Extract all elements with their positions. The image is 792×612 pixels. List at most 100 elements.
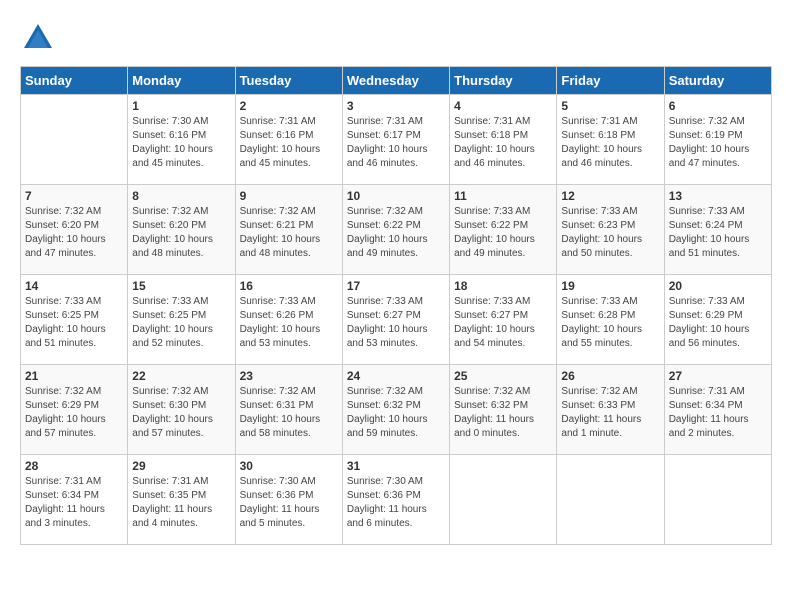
day-cell [664, 455, 771, 545]
day-cell: 8 Sunrise: 7:32 AM Sunset: 6:20 PM Daylig… [128, 185, 235, 275]
day-number: 8 [132, 189, 230, 203]
header-cell-thursday: Thursday [450, 67, 557, 95]
week-row-1: 1Sunrise: 7:30 AM Sunset: 6:16 PM Daylig… [21, 95, 772, 185]
day-info: Sunrise: 7:30 AM Sunset: 6:36 PM Dayligh… [240, 475, 338, 531]
day-info: Sunrise: 7:32 AM Sunset: 6:20 PM Dayligh… [25, 205, 123, 261]
header-cell-wednesday: Wednesday [342, 67, 449, 95]
day-info: Sunrise: 7:32 AM Sunset: 6:32 PM Dayligh… [454, 385, 552, 441]
day-info: Sunrise: 7:33 AM Sunset: 6:23 PM Dayligh… [561, 205, 659, 261]
day-number: 19 [561, 279, 659, 293]
day-number: 7 [25, 189, 123, 203]
day-number: 10 [347, 189, 445, 203]
day-number: 18 [454, 279, 552, 293]
calendar-table: SundayMondayTuesdayWednesdayThursdayFrid… [20, 66, 772, 545]
day-info: Sunrise: 7:30 AM Sunset: 6:16 PM Dayligh… [132, 115, 230, 171]
day-cell: 23 Sunrise: 7:32 AM Sunset: 6:31 PM Dayli… [235, 365, 342, 455]
day-cell [21, 95, 128, 185]
day-number: 23 [240, 369, 338, 383]
day-number: 17 [347, 279, 445, 293]
day-cell: 6 Sunrise: 7:32 AM Sunset: 6:19 PM Daylig… [664, 95, 771, 185]
day-number: 24 [347, 369, 445, 383]
day-info: Sunrise: 7:33 AM Sunset: 6:27 PM Dayligh… [347, 295, 445, 351]
day-cell: 10 Sunrise: 7:32 AM Sunset: 6:22 PM Dayli… [342, 185, 449, 275]
day-number: 16 [240, 279, 338, 293]
day-cell: 31 Sunrise: 7:30 AM Sunset: 6:36 PM Dayli… [342, 455, 449, 545]
day-info: Sunrise: 7:33 AM Sunset: 6:29 PM Dayligh… [669, 295, 767, 351]
day-number: 5 [561, 99, 659, 113]
day-cell: 9 Sunrise: 7:32 AM Sunset: 6:21 PM Daylig… [235, 185, 342, 275]
day-info: Sunrise: 7:32 AM Sunset: 6:31 PM Dayligh… [240, 385, 338, 441]
day-cell: 7 Sunrise: 7:32 AM Sunset: 6:20 PM Daylig… [21, 185, 128, 275]
week-row-2: 7 Sunrise: 7:32 AM Sunset: 6:20 PM Daylig… [21, 185, 772, 275]
logo [20, 20, 56, 56]
day-cell: 27 Sunrise: 7:31 AM Sunset: 6:34 PM Dayli… [664, 365, 771, 455]
day-info: Sunrise: 7:31 AM Sunset: 6:35 PM Dayligh… [132, 475, 230, 531]
day-cell: 19 Sunrise: 7:33 AM Sunset: 6:28 PM Dayli… [557, 275, 664, 365]
header-cell-monday: Monday [128, 67, 235, 95]
day-number: 30 [240, 459, 338, 473]
day-info: Sunrise: 7:33 AM Sunset: 6:28 PM Dayligh… [561, 295, 659, 351]
day-cell: 28 Sunrise: 7:31 AM Sunset: 6:34 PM Dayli… [21, 455, 128, 545]
day-number: 27 [669, 369, 767, 383]
day-number: 31 [347, 459, 445, 473]
day-cell: 2 Sunrise: 7:31 AM Sunset: 6:16 PM Daylig… [235, 95, 342, 185]
day-info: Sunrise: 7:30 AM Sunset: 6:36 PM Dayligh… [347, 475, 445, 531]
day-info: Sunrise: 7:31 AM Sunset: 6:34 PM Dayligh… [669, 385, 767, 441]
header-cell-tuesday: Tuesday [235, 67, 342, 95]
day-number: 13 [669, 189, 767, 203]
day-cell: 11Sunrise: 7:33 AM Sunset: 6:22 PM Dayli… [450, 185, 557, 275]
day-info: Sunrise: 7:32 AM Sunset: 6:30 PM Dayligh… [132, 385, 230, 441]
day-info: Sunrise: 7:31 AM Sunset: 6:34 PM Dayligh… [25, 475, 123, 531]
day-cell: 18 Sunrise: 7:33 AM Sunset: 6:27 PM Dayli… [450, 275, 557, 365]
logo-icon [20, 20, 56, 56]
day-number: 28 [25, 459, 123, 473]
day-cell: 25Sunrise: 7:32 AM Sunset: 6:32 PM Dayli… [450, 365, 557, 455]
day-cell: 16Sunrise: 7:33 AM Sunset: 6:26 PM Dayli… [235, 275, 342, 365]
day-cell: 30 Sunrise: 7:30 AM Sunset: 6:36 PM Dayli… [235, 455, 342, 545]
day-info: Sunrise: 7:32 AM Sunset: 6:20 PM Dayligh… [132, 205, 230, 261]
day-number: 26 [561, 369, 659, 383]
day-cell [557, 455, 664, 545]
day-cell: 5 Sunrise: 7:31 AM Sunset: 6:18 PM Daylig… [557, 95, 664, 185]
day-cell: 3Sunrise: 7:31 AM Sunset: 6:17 PM Daylig… [342, 95, 449, 185]
day-number: 12 [561, 189, 659, 203]
day-info: Sunrise: 7:32 AM Sunset: 6:32 PM Dayligh… [347, 385, 445, 441]
header-cell-friday: Friday [557, 67, 664, 95]
day-info: Sunrise: 7:32 AM Sunset: 6:19 PM Dayligh… [669, 115, 767, 171]
day-info: Sunrise: 7:31 AM Sunset: 6:18 PM Dayligh… [454, 115, 552, 171]
day-info: Sunrise: 7:32 AM Sunset: 6:33 PM Dayligh… [561, 385, 659, 441]
day-number: 6 [669, 99, 767, 113]
day-cell [450, 455, 557, 545]
day-number: 21 [25, 369, 123, 383]
day-info: Sunrise: 7:31 AM Sunset: 6:16 PM Dayligh… [240, 115, 338, 171]
page-header [20, 20, 772, 56]
day-info: Sunrise: 7:33 AM Sunset: 6:25 PM Dayligh… [132, 295, 230, 351]
day-number: 11 [454, 189, 552, 203]
day-info: Sunrise: 7:31 AM Sunset: 6:17 PM Dayligh… [347, 115, 445, 171]
day-info: Sunrise: 7:32 AM Sunset: 6:29 PM Dayligh… [25, 385, 123, 441]
day-cell: 13 Sunrise: 7:33 AM Sunset: 6:24 PM Dayli… [664, 185, 771, 275]
day-cell: 24 Sunrise: 7:32 AM Sunset: 6:32 PM Dayli… [342, 365, 449, 455]
day-info: Sunrise: 7:33 AM Sunset: 6:25 PM Dayligh… [25, 295, 123, 351]
day-number: 20 [669, 279, 767, 293]
week-row-5: 28 Sunrise: 7:31 AM Sunset: 6:34 PM Dayli… [21, 455, 772, 545]
day-number: 2 [240, 99, 338, 113]
day-number: 9 [240, 189, 338, 203]
day-cell: 12 Sunrise: 7:33 AM Sunset: 6:23 PM Dayli… [557, 185, 664, 275]
week-row-3: 14Sunrise: 7:33 AM Sunset: 6:25 PM Dayli… [21, 275, 772, 365]
day-number: 22 [132, 369, 230, 383]
day-cell: 4Sunrise: 7:31 AM Sunset: 6:18 PM Daylig… [450, 95, 557, 185]
day-number: 15 [132, 279, 230, 293]
day-cell: 1Sunrise: 7:30 AM Sunset: 6:16 PM Daylig… [128, 95, 235, 185]
day-cell: 15 Sunrise: 7:33 AM Sunset: 6:25 PM Dayli… [128, 275, 235, 365]
day-info: Sunrise: 7:32 AM Sunset: 6:22 PM Dayligh… [347, 205, 445, 261]
day-info: Sunrise: 7:33 AM Sunset: 6:24 PM Dayligh… [669, 205, 767, 261]
day-cell: 29Sunrise: 7:31 AM Sunset: 6:35 PM Dayli… [128, 455, 235, 545]
day-cell: 21 Sunrise: 7:32 AM Sunset: 6:29 PM Dayli… [21, 365, 128, 455]
day-info: Sunrise: 7:32 AM Sunset: 6:21 PM Dayligh… [240, 205, 338, 261]
day-cell: 17 Sunrise: 7:33 AM Sunset: 6:27 PM Dayli… [342, 275, 449, 365]
day-info: Sunrise: 7:31 AM Sunset: 6:18 PM Dayligh… [561, 115, 659, 171]
header-cell-saturday: Saturday [664, 67, 771, 95]
header-cell-sunday: Sunday [21, 67, 128, 95]
day-info: Sunrise: 7:33 AM Sunset: 6:27 PM Dayligh… [454, 295, 552, 351]
